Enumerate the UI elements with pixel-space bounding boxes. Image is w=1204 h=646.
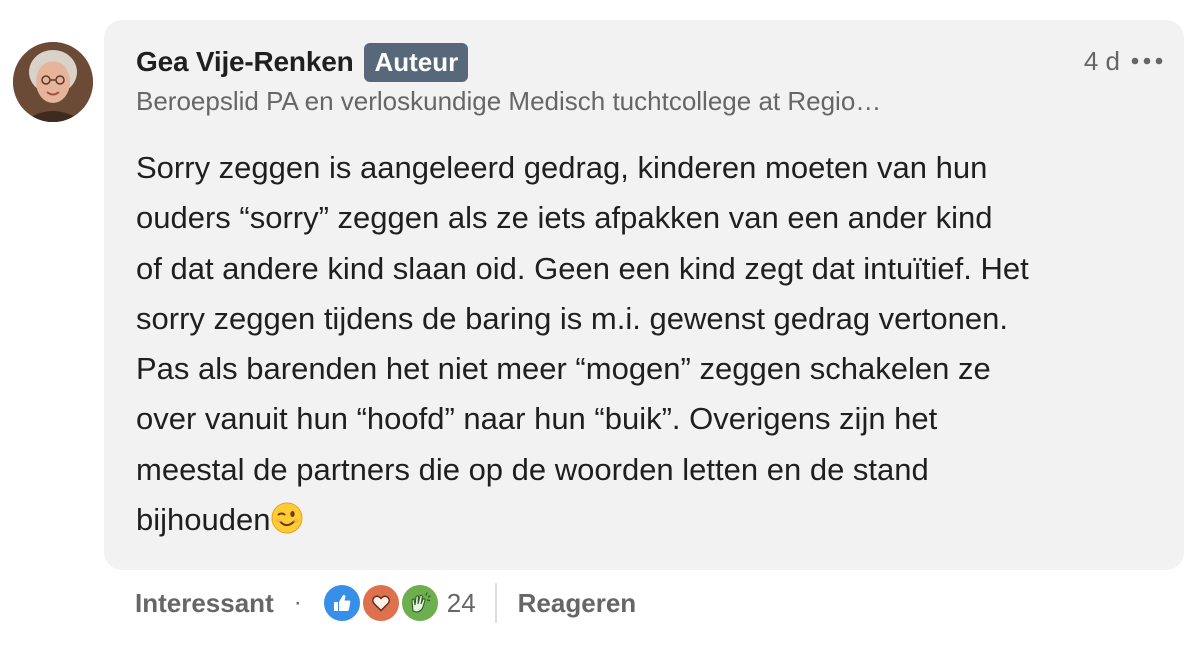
reaction-summary[interactable]	[321, 583, 440, 623]
comment-actions: Interessant · 24 Reageren	[135, 580, 636, 626]
author-avatar[interactable]	[13, 42, 93, 122]
reply-button[interactable]: Reageren	[518, 588, 637, 619]
action-divider	[494, 583, 497, 623]
author-headline: Beroepslid PA en verloskundige Medisch t…	[136, 86, 882, 116]
love-icon	[360, 583, 401, 623]
author-badge: Auteur	[364, 42, 469, 82]
comment-bubble: Gea Vije-Renken Auteur 4 d Beroepslid PA…	[104, 20, 1184, 570]
comment-timestamp: 4 d	[1083, 45, 1120, 76]
reaction-button[interactable]: Interessant	[135, 588, 274, 619]
ellipsis-icon[interactable]	[1130, 44, 1164, 78]
comment-text: Sorry zeggen is aangeleerd gedrag, kinde…	[136, 150, 1029, 538]
reaction-count[interactable]: 24	[447, 588, 476, 619]
comment-meta: 4 d	[1084, 44, 1164, 78]
celebrate-icon	[399, 583, 440, 623]
separator-dot: ·	[293, 589, 302, 616]
winking-face-icon	[271, 499, 303, 549]
author-name[interactable]: Gea Vije-Renken	[136, 46, 354, 78]
comment: Gea Vije-Renken Auteur 4 d Beroepslid PA…	[0, 0, 1204, 646]
like-icon	[321, 583, 362, 623]
author-row: Gea Vije-Renken Auteur	[136, 42, 469, 82]
comment-text-block: Sorry zeggen is aangeleerd gedrag, kinde…	[136, 143, 1166, 549]
profile-photo-icon	[13, 42, 93, 122]
